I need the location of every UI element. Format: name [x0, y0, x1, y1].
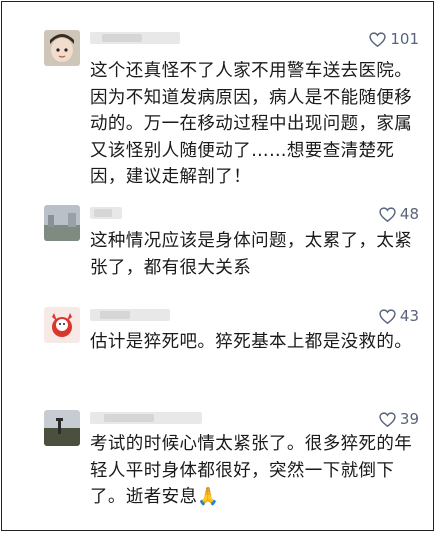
username[interactable] — [90, 207, 122, 219]
like-button[interactable]: 101 — [369, 30, 419, 48]
heart-outline-icon — [369, 31, 387, 47]
like-button[interactable]: 43 — [379, 307, 419, 325]
avatar[interactable] — [44, 30, 80, 66]
avatar[interactable] — [44, 307, 80, 343]
like-button[interactable]: 39 — [379, 410, 419, 428]
heart-outline-icon — [379, 206, 396, 222]
comment-text: 这个还真怪不了人家不用警车送去医院。因为不知道发病原因，病人是不能随便移动的。万… — [90, 61, 413, 187]
like-count: 101 — [390, 30, 419, 48]
comment-text: 这种情况应该是身体问题，太累了，太紧张了，都有很大关系 — [90, 231, 413, 278]
username[interactable] — [90, 412, 202, 424]
comment-text: 考试的时候心情太紧张了。很多猝死的年轻人平时身体都很好，突然一下就倒下了。逝者安… — [90, 434, 413, 507]
heart-outline-icon — [379, 411, 396, 427]
like-count: 48 — [399, 205, 419, 223]
comment-list: 101 这个还真怪不了人家不用警车送去医院。因为不知道发病原因，病人是不能随便移… — [1, 1, 434, 531]
username[interactable] — [90, 32, 180, 44]
like-count: 39 — [399, 410, 419, 428]
avatar[interactable] — [44, 410, 80, 446]
like-count: 43 — [399, 307, 419, 325]
heart-outline-icon — [379, 308, 396, 324]
username[interactable] — [90, 309, 170, 321]
avatar[interactable] — [44, 205, 80, 241]
like-button[interactable]: 48 — [379, 205, 419, 223]
comment-text: 估计是猝死吧。猝死基本上都是没救的。 — [90, 332, 413, 352]
